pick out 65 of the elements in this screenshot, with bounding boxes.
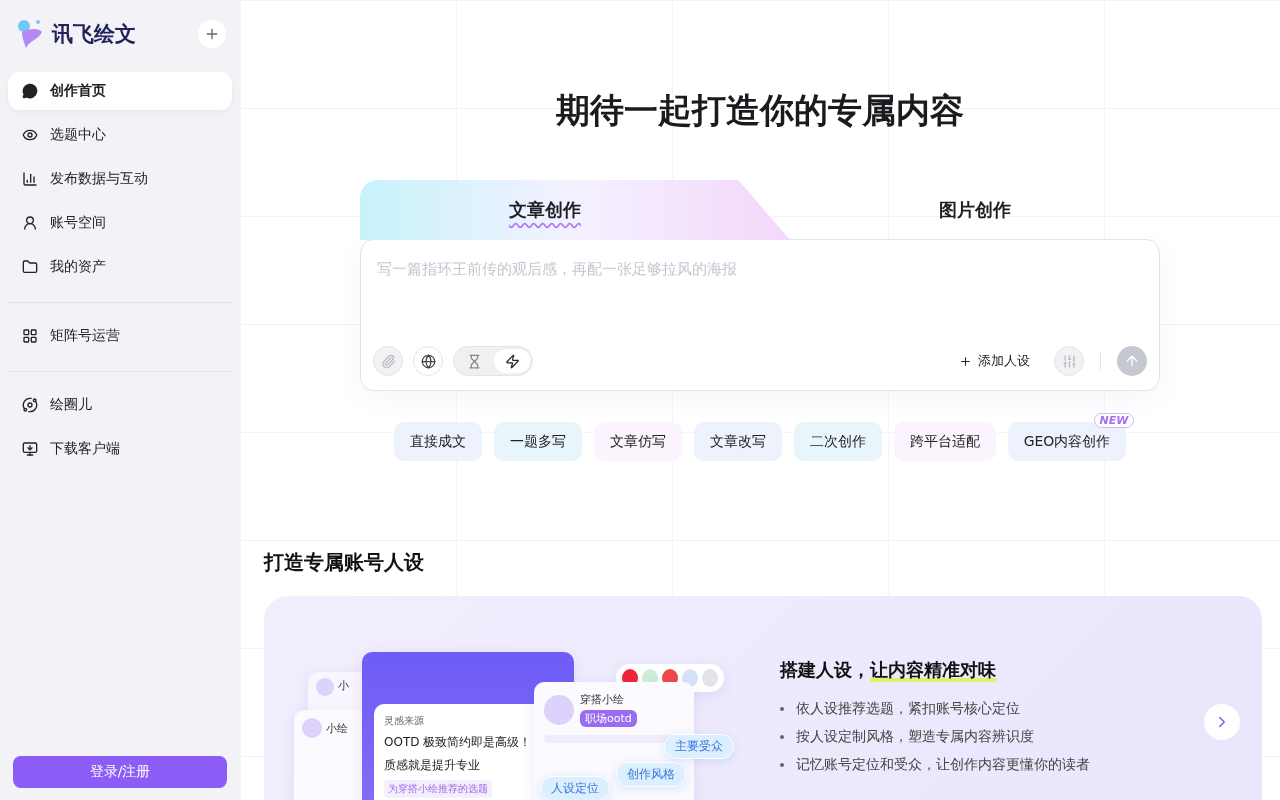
nav-item[interactable]: 下载客户端 [8, 430, 232, 468]
page-title: 期待一起打造你的专属内容 [556, 89, 964, 132]
section-title: 打造专属账号人设 [264, 549, 425, 576]
chat-bubble-icon [22, 83, 38, 99]
add-persona-button[interactable]: 添加人设 [953, 351, 1036, 371]
plus-icon [959, 354, 972, 368]
feature-chip[interactable]: 一题多写 [493, 422, 582, 461]
persona-name: 穿搭小绘 [580, 692, 625, 707]
nav-label: 矩阵号运营 [50, 327, 120, 345]
feature-chip[interactable]: 二次创作 [793, 422, 882, 461]
avatar-icon [544, 694, 574, 725]
nav-item[interactable]: 创作首页 [8, 72, 232, 110]
button-label: 添加人设 [978, 352, 1030, 370]
topic-text: OOTD 极致简约即是高级！ [384, 734, 533, 751]
tag-bubble: 人设定位 [540, 776, 610, 800]
topic-tag: 为穿搭小绘推荐的选题 [384, 780, 492, 798]
nav-item[interactable]: 账号空间 [8, 204, 232, 242]
card-label: 小绘 [326, 720, 348, 736]
nav-label: 下载客户端 [50, 440, 120, 458]
card-heading: 搭建人设，让内容精准对味 [780, 658, 997, 682]
avatar-icon [316, 678, 334, 696]
mode-tab[interactable]: 图片创作 [790, 180, 1160, 240]
nav-item[interactable]: 绘圈儿 [8, 386, 232, 424]
avatar-icon [302, 718, 322, 738]
nav-label: 创作首页 [50, 82, 106, 100]
logo-text: 讯飞绘文 [52, 21, 136, 48]
speed-toggle[interactable] [453, 346, 533, 376]
bolt-icon[interactable] [494, 349, 530, 373]
send-button[interactable] [1117, 346, 1147, 376]
mode-tab[interactable]: 文章创作 [360, 180, 790, 240]
card-label: 灵感来源 [384, 714, 425, 728]
new-button[interactable] [198, 20, 226, 48]
globe-icon[interactable] [413, 346, 443, 376]
folder-icon [22, 259, 38, 275]
plus-icon [204, 26, 220, 42]
feature-chip[interactable]: 跨平台适配 [893, 422, 996, 461]
bar-chart-icon [22, 171, 38, 187]
nav-item[interactable]: 选题中心 [8, 116, 232, 154]
logo-icon [18, 18, 44, 50]
new-badge: NEW [1093, 413, 1135, 428]
feature-chip[interactable]: 直接成文 [393, 422, 482, 461]
topic-text: 质感就是提升专业 [384, 757, 481, 774]
paperclip-icon[interactable] [373, 346, 403, 376]
feature-bullet: 记忆账号定位和受众，让创作内容更懂你的读者 [780, 756, 1240, 774]
monitor-icon [22, 441, 38, 457]
feature-chip[interactable]: 文章改写 [693, 422, 782, 461]
nav-item[interactable]: 矩阵号运营 [8, 317, 232, 355]
eye-icon [22, 127, 38, 143]
nav-item[interactable]: 我的资产 [8, 248, 232, 286]
nav-label: 发布数据与互动 [50, 170, 148, 188]
user-icon [22, 215, 38, 231]
nav-label: 绘圈儿 [50, 396, 92, 414]
sliders-icon[interactable] [1054, 346, 1084, 376]
card-label: 小 [338, 678, 349, 693]
feature-chip[interactable]: 文章仿写 [593, 422, 682, 461]
nav-label: 选题中心 [50, 126, 106, 144]
planet-icon [22, 397, 38, 413]
nav-label: 我的资产 [50, 258, 106, 276]
nav-label: 账号空间 [50, 214, 106, 232]
tag-bubble: 主要受众 [664, 734, 734, 759]
login-button[interactable]: 登录/注册 [13, 756, 227, 788]
nav-item[interactable]: 发布数据与互动 [8, 160, 232, 198]
tag-bubble: 创作风格 [616, 762, 686, 787]
persona-tag: 职场ootd [580, 710, 637, 727]
grid-icon [22, 328, 38, 344]
